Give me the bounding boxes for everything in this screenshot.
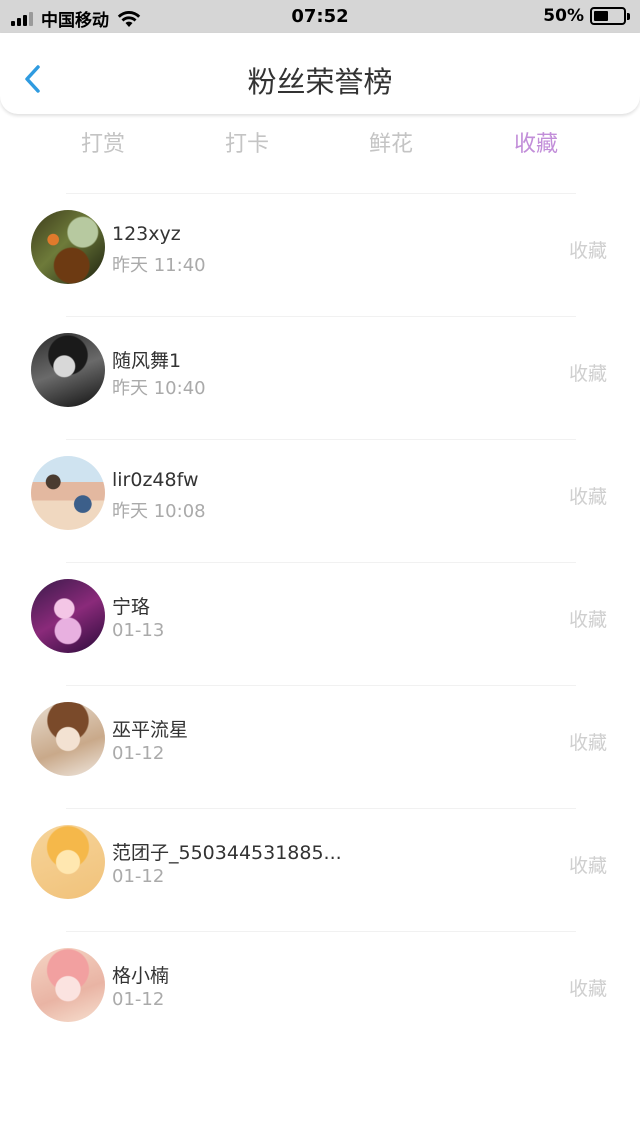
list-item[interactable]: 宁珞 01-13 收藏 <box>0 562 640 685</box>
battery-icon <box>590 7 626 25</box>
list-item[interactable]: 格小楠 01-12 收藏 <box>0 931 640 1054</box>
tab-reward[interactable]: 打赏 <box>43 126 163 158</box>
avatar[interactable] <box>31 456 105 530</box>
fan-time: 01-12 <box>112 866 165 887</box>
favorite-label: 收藏 <box>568 732 607 754</box>
fan-name: 随风舞1 <box>112 350 182 372</box>
avatar[interactable] <box>31 579 105 653</box>
favorite-label: 收藏 <box>568 855 607 877</box>
battery-tip <box>627 12 630 20</box>
status-bar: 中国移动 07:52 50% <box>0 0 640 33</box>
fan-time: 昨天 10:40 <box>112 378 206 399</box>
tab-checkin[interactable]: 打卡 <box>187 126 307 158</box>
page-title: 粉丝荣誉榜 <box>247 65 393 99</box>
nav-bar: 粉丝荣誉榜 <box>0 33 640 114</box>
fan-time: 昨天 10:08 <box>112 501 206 522</box>
fan-name: 巫平流星 <box>112 719 189 741</box>
favorite-label: 收藏 <box>568 486 607 508</box>
avatar[interactable] <box>31 702 105 776</box>
avatar[interactable] <box>31 825 105 899</box>
list-item[interactable]: 巫平流星 01-12 收藏 <box>0 685 640 808</box>
fan-time: 01-12 <box>112 743 165 764</box>
fan-name: 宁珞 <box>112 596 151 618</box>
fan-time: 昨天 11:40 <box>112 255 206 276</box>
status-right: 50% <box>543 6 630 26</box>
tab-flowers[interactable]: 鲜花 <box>331 126 451 158</box>
list-item[interactable]: 随风舞1 昨天 10:40 收藏 <box>0 316 640 439</box>
fan-name: lir0z48fw <box>112 469 199 491</box>
list-item[interactable]: 范团子_550344531885... 01-12 收藏 <box>0 808 640 931</box>
list-item[interactable]: lir0z48fw 昨天 10:08 收藏 <box>0 439 640 562</box>
avatar[interactable] <box>31 333 105 407</box>
fan-time: 01-13 <box>112 620 165 641</box>
battery-percent: 50% <box>543 6 584 26</box>
fan-name: 123xyz <box>112 223 181 245</box>
favorite-label: 收藏 <box>568 978 607 1000</box>
favorite-label: 收藏 <box>568 240 607 262</box>
list-item[interactable]: 123xyz 昨天 11:40 收藏 <box>0 193 640 316</box>
avatar[interactable] <box>31 948 105 1022</box>
fan-name: 格小楠 <box>112 965 170 987</box>
fan-time: 01-12 <box>112 989 165 1010</box>
fan-name: 范团子_550344531885... <box>112 842 342 864</box>
favorite-label: 收藏 <box>568 363 607 385</box>
avatar[interactable] <box>31 210 105 284</box>
tab-bar: 打赏 打卡 鲜花 收藏 <box>0 126 640 166</box>
favorite-label: 收藏 <box>568 609 607 631</box>
tab-favorites[interactable]: 收藏 <box>476 126 596 158</box>
